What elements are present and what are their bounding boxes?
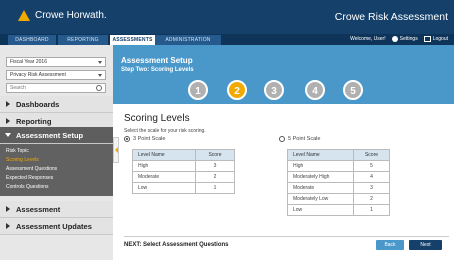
step-3[interactable]: 3 [264,80,284,100]
tab-administration[interactable]: ADMINISTRATION [155,35,221,45]
level-cell: Moderately Low [287,193,354,205]
tab-dashboard[interactable]: DASHBOARD [8,35,56,45]
level-cell: High [132,160,196,172]
table-row: High 3 [132,160,235,172]
radio-5-point-scale[interactable]: 5 Point Scale [279,135,320,143]
app-title: Crowe Risk Assessment [334,11,448,23]
three-point-table: Level Name Score High 3 Moderate 2 Low 1 [132,149,235,194]
app-header: Crowe Horwath. Crowe Risk Assessment [0,0,454,34]
step-2[interactable]: 2 [227,80,247,100]
table-row: Moderate 2 [132,171,235,183]
score-cell: 2 [195,171,235,183]
chevron-right-icon [6,101,10,107]
crowe-logo[interactable]: Crowe Horwath. [18,10,107,21]
sidebar-item-scoring-levels[interactable]: Scoring Levels [6,157,39,164]
score-cell: 5 [353,160,390,172]
fiscal-year-select[interactable]: Fiscal Year 2016 [6,57,106,67]
settings-link[interactable]: Settings [391,35,418,44]
score-cell: 1 [353,204,390,216]
sidebar-section-review-launch[interactable]: Assessment Review/Launch [0,201,113,231]
setup-submenu: Risk Topic Scoring Levels Assessment Que… [0,144,113,196]
next-step-label: NEXT: Select Assessment Questions [124,242,229,248]
col-header-score: Score [195,149,235,161]
sidebar-item-controls-questions[interactable]: Controls Questions [6,184,49,191]
level-cell: Moderate [287,182,354,194]
table-row: Moderate 3 [287,182,390,194]
col-header-score: Score [353,149,390,161]
table-row: Moderately Low 2 [287,193,390,205]
score-cell: 1 [195,182,235,194]
radio-3-point-scale[interactable]: 3 Point Scale [124,135,165,143]
sidebar-item-assessment-questions[interactable]: Assessment Questions [6,166,57,173]
assessment-type-select[interactable]: Privacy Risk Assessment [6,70,106,80]
welcome-text: Welcome, User! [350,36,386,42]
sidebar-section-dashboards[interactable]: Dashboards [0,96,113,113]
score-cell: 2 [353,193,390,205]
sidebar-collapse-handle[interactable] [113,137,119,163]
five-point-table: Level Name Score High 5 Moderately High 4 M… [287,149,390,216]
step-5[interactable]: 5 [343,80,363,100]
sidebar-item-expected-responses[interactable]: Expected Responses [6,175,53,182]
step-4[interactable]: 4 [305,80,325,100]
score-cell: 3 [353,182,390,194]
table-row: Low 1 [132,182,235,194]
instruction-text: Select the scale for your risk scoring. [124,128,206,134]
logout-link[interactable]: Logout [423,35,448,44]
sidebar-item-risk-topic[interactable]: Risk Topic [6,148,29,155]
tab-assessments[interactable]: ASSESSMENTS [110,35,155,45]
logout-icon [423,35,431,42]
level-cell: Low [132,182,196,194]
radio-dot-icon [279,135,285,142]
sidebar-section-assessment-setup[interactable]: Assessment Setup [0,127,113,144]
footer-divider [124,236,449,237]
step-1[interactable]: 1 [188,80,208,100]
level-cell: Moderately High [287,171,354,183]
chevron-right-icon [6,223,10,229]
chevron-right-icon [6,206,10,212]
search-input[interactable]: Search [6,83,106,93]
search-icon[interactable] [96,85,102,91]
level-cell: High [287,160,354,172]
section-heading: Scoring Levels [124,113,190,124]
page-title: Assessment Setup [121,56,193,65]
col-header-level: Level Name [132,149,196,161]
col-header-level: Level Name [287,149,354,161]
chevron-right-icon [6,118,10,124]
chevron-down-icon [98,74,102,77]
level-cell: Low [287,204,354,216]
radio-dot-icon [124,135,130,142]
user-bar: Welcome, User! Settings Logout [350,35,448,44]
step-subtitle: Step Two: Scoring Levels [121,67,194,73]
table-row: High 5 [287,160,390,172]
chevron-down-icon [98,61,102,64]
back-button[interactable]: Back [376,240,404,250]
sidebar-section-assessment-updates[interactable]: Assessment Updates [0,218,113,235]
logo-text: Crowe Horwath. [35,10,107,21]
setup-banner: Assessment Setup Step Two: Scoring Level… [113,45,454,104]
collapse-arrow-icon [115,147,118,153]
level-cell: Moderate [132,171,196,183]
gear-icon [391,35,398,42]
next-button[interactable]: Next [409,240,442,250]
score-cell: 3 [195,160,235,172]
logo-triangle-icon [18,10,30,21]
chevron-down-icon [5,133,11,137]
table-row: Moderately High 4 [287,171,390,183]
tab-reporting[interactable]: REPORTING [58,35,108,45]
table-row: Low 1 [287,204,390,216]
score-cell: 4 [353,171,390,183]
